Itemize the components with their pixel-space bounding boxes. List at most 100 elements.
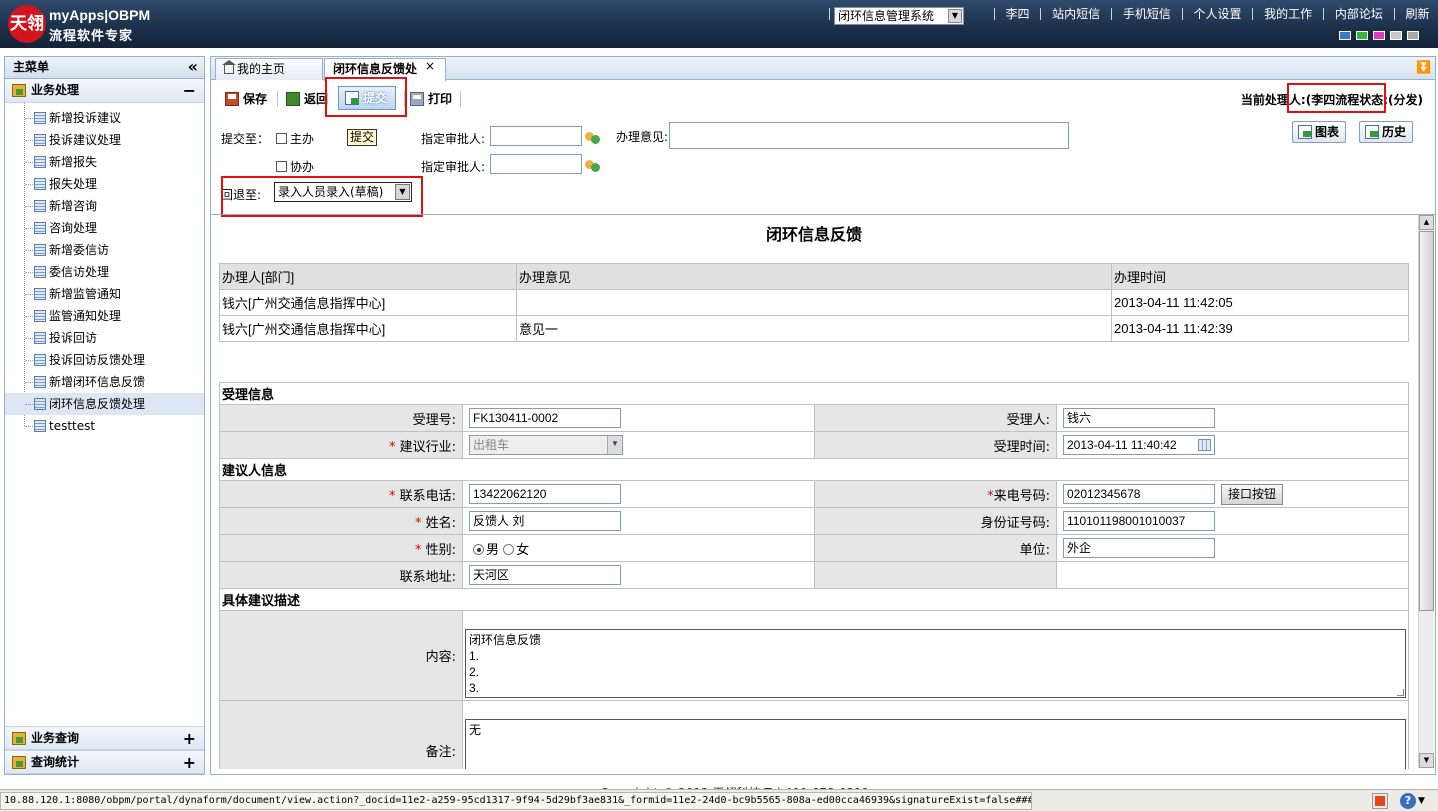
folder-icon — [12, 84, 26, 97]
minus-icon[interactable]: − — [183, 79, 196, 102]
scroll-down-icon[interactable]: ▼ — [1419, 753, 1434, 768]
field-label: 单位: — [814, 534, 1057, 562]
sidebar-header: 主菜单 « — [5, 57, 204, 79]
approver-input-1[interactable] — [490, 126, 582, 146]
sidebar-group-query[interactable]: 业务查询 + — [5, 726, 204, 750]
select-user-icon[interactable] — [585, 158, 601, 172]
sidebar-item[interactable]: 新增投诉建议 — [5, 107, 204, 129]
form-icon — [34, 398, 46, 410]
home-icon — [222, 60, 236, 74]
form-icon — [34, 156, 46, 168]
required-mark: * — [388, 439, 396, 455]
remark-textarea[interactable]: 无 — [465, 719, 1406, 769]
id-number-field[interactable]: 110101198001010037 — [1063, 511, 1215, 531]
acceptor-field[interactable]: 钱六 — [1063, 408, 1215, 428]
chevron-down-icon: ▼ — [948, 9, 962, 23]
nav-refresh[interactable]: 刷新 — [1406, 7, 1430, 21]
sidebar-item[interactable]: 投诉回访 — [5, 327, 204, 349]
industry-select[interactable]: 出租车 ▼ — [469, 435, 623, 455]
chevron-down-icon[interactable]: ▼ — [1418, 793, 1434, 809]
section-title: 具体建议描述 — [219, 588, 1409, 611]
required-mark: * — [388, 488, 396, 504]
interface-button[interactable]: 接口按钮 — [1221, 483, 1284, 505]
theme-green-button[interactable] — [1356, 31, 1368, 40]
sidebar-item[interactable]: 投诉建议处理 — [5, 129, 204, 151]
nav-site-message[interactable]: 站内短信 — [1052, 7, 1100, 21]
accept-no-field[interactable]: FK130411-0002 — [469, 408, 621, 428]
caller-field[interactable]: 02012345678 — [1063, 484, 1215, 504]
select-user-icon[interactable] — [585, 130, 601, 144]
sidebar-group-stats[interactable]: 查询统计 + — [5, 750, 204, 774]
highlight-rollback — [221, 176, 423, 217]
table-row: 钱六[广州交通信息指挥中心] 2013-04-11 11:42:05 — [219, 289, 1409, 316]
plus-icon[interactable]: + — [183, 727, 196, 750]
column-header: 办理人[部门] — [219, 263, 517, 290]
form-icon — [34, 376, 46, 388]
sogou-icon[interactable] — [1372, 793, 1388, 809]
opinion-textarea[interactable] — [669, 122, 1069, 149]
theme-gray-button[interactable] — [1407, 31, 1419, 40]
nav-user[interactable]: 李四 — [1005, 7, 1029, 21]
approver-label: 指定审批人: — [421, 132, 486, 146]
system-select[interactable]: 闭环信息管理系统 ▼ — [834, 7, 964, 25]
browser-status-bar: 10.88.120.1:8080/obpm/portal/dynaform/do… — [0, 789, 1438, 811]
main-handler-checkbox[interactable]: 主办 — [276, 130, 314, 147]
approver-input-2[interactable] — [490, 154, 582, 174]
vertical-scrollbar[interactable]: ▲ ▼ — [1418, 215, 1434, 768]
field-label: 性别: — [425, 542, 456, 558]
sidebar-item[interactable]: 新增监管通知 — [5, 283, 204, 305]
unit-field[interactable]: 外企 — [1063, 538, 1215, 558]
double-chevron-down-icon[interactable]: ⏬ — [1416, 60, 1431, 74]
collapse-icon[interactable]: « — [188, 57, 198, 77]
sidebar-item[interactable]: 投诉回访反馈处理 — [5, 349, 204, 371]
history-button[interactable]: 历史 — [1359, 121, 1414, 143]
calendar-icon[interactable] — [1198, 439, 1211, 451]
sidebar-item[interactable]: 新增报失 — [5, 151, 204, 173]
system-select-value: 闭环信息管理系统 — [838, 9, 935, 23]
sidebar-group-business[interactable]: 业务处理 − — [5, 79, 204, 103]
field-label: 姓名: — [425, 515, 456, 531]
nav-my-work[interactable]: 我的工作 — [1264, 7, 1312, 21]
sidebar-item-label: 委信访处理 — [49, 265, 110, 279]
print-button[interactable]: 打印 — [410, 90, 452, 108]
field-label: 联系地址: — [219, 561, 463, 589]
name-field[interactable]: 反馈人 刘 — [469, 511, 621, 531]
theme-pink-button[interactable] — [1373, 31, 1385, 40]
chart-button[interactable]: 图表 — [1292, 121, 1347, 143]
sidebar-item[interactable]: 闭环信息反馈处理 — [5, 393, 204, 415]
scroll-thumb[interactable] — [1419, 231, 1434, 611]
content-textarea[interactable]: 闭环信息反馈 1. 2. 3. — [465, 629, 1406, 698]
assist-handler-checkbox[interactable]: 协办 — [276, 158, 314, 175]
required-mark: * — [414, 515, 422, 531]
save-button[interactable]: 保存 — [225, 90, 267, 108]
plus-icon[interactable]: + — [183, 751, 196, 774]
sidebar-item[interactable]: 报失处理 — [5, 173, 204, 195]
phone-field[interactable]: 13422062120 — [469, 484, 621, 504]
sidebar-item[interactable]: 咨询处理 — [5, 217, 204, 239]
gender-female-radio[interactable]: 女 — [503, 543, 529, 558]
sidebar-item[interactable]: 新增闭环信息反馈 — [5, 371, 204, 393]
scroll-up-icon[interactable]: ▲ — [1419, 215, 1434, 230]
sidebar-item[interactable]: 监管通知处理 — [5, 305, 204, 327]
back-button[interactable]: 返回 — [286, 90, 328, 108]
sidebar-item[interactable]: 新增委信访 — [5, 239, 204, 261]
nav-sms[interactable]: 手机短信 — [1123, 7, 1171, 21]
sidebar-group-label: 查询统计 — [31, 755, 80, 769]
accept-time-field[interactable]: 2013-04-11 11:40:42 — [1063, 435, 1215, 455]
help-icon[interactable]: ? — [1400, 793, 1416, 809]
theme-blue-button[interactable] — [1339, 31, 1351, 40]
gender-male-radio[interactable]: 男 — [473, 543, 499, 558]
folder-icon — [12, 756, 26, 769]
sidebar-item[interactable]: 新增咨询 — [5, 195, 204, 217]
address-field[interactable]: 天河区 — [469, 565, 621, 585]
close-icon[interactable]: × — [425, 59, 435, 73]
nav-settings[interactable]: 个人设置 — [1194, 7, 1242, 21]
theme-lightgray-button[interactable] — [1390, 31, 1402, 40]
nav-forum[interactable]: 内部论坛 — [1335, 7, 1383, 21]
tab-home[interactable]: 我的主页 — [215, 58, 323, 80]
theme-switcher — [1339, 29, 1424, 41]
form-icon — [34, 266, 46, 278]
sidebar-item[interactable]: 委信访处理 — [5, 261, 204, 283]
inline-submit-button[interactable]: 提交 — [347, 129, 378, 146]
sidebar-item[interactable]: testtest — [5, 415, 204, 437]
